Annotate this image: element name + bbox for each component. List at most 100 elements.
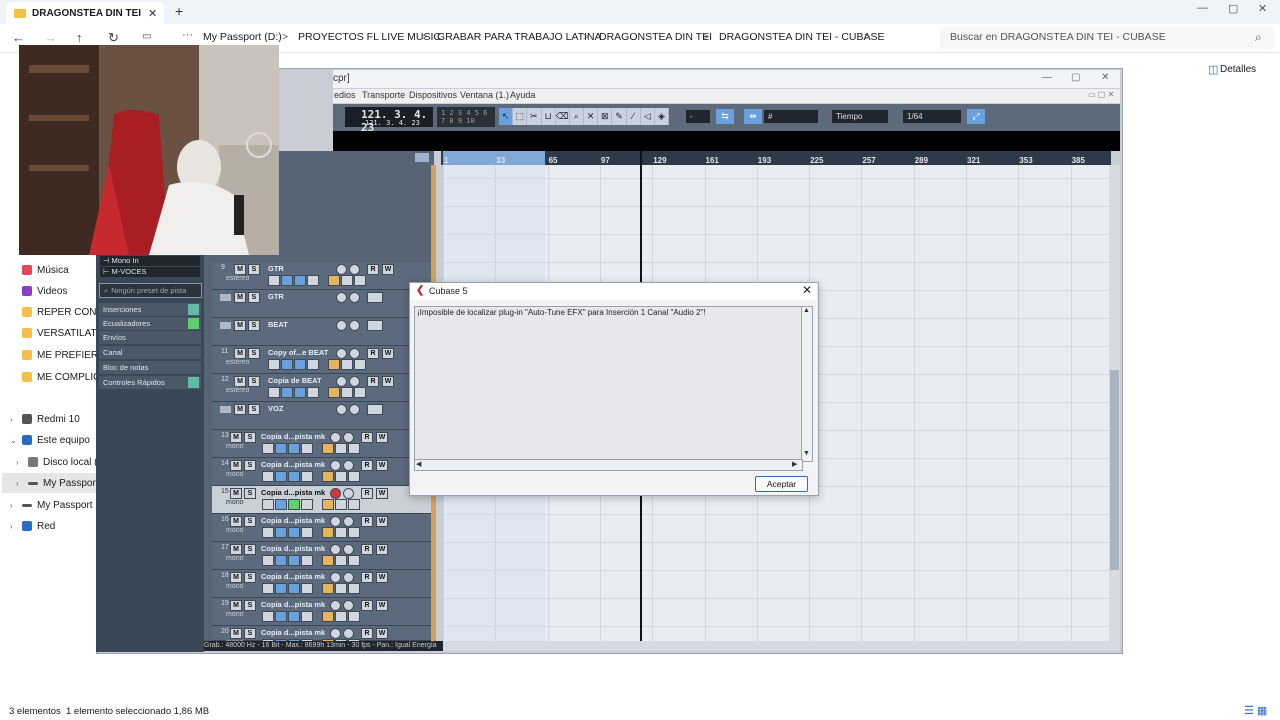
monitor-button[interactable] [349,292,360,303]
track-name[interactable]: Copia d...pista mk [261,432,325,441]
inspector-section-channel[interactable]: Canal [99,346,201,360]
insert-bypass-icon[interactable] [275,583,287,594]
track-row[interactable]: 15 M S Copia d...pista mk R Wmono [212,486,434,514]
solo-button[interactable]: S [244,516,256,527]
eq-bypass-icon[interactable] [288,527,300,538]
breadcrumb-item[interactable]: DRAGONSTEA DIN TEI - CUBASE [719,31,885,43]
lane-button-icon[interactable] [322,527,334,538]
read-automation-button[interactable]: R [367,376,379,387]
edit-button-icon[interactable] [268,387,280,398]
inspector-section-inserts[interactable]: Inserciones [99,303,201,317]
edit-button-icon[interactable] [262,555,274,566]
write-automation-button[interactable]: W [376,488,388,499]
erase-tool-icon[interactable]: ⌫ [556,108,570,125]
record-enable-button[interactable] [330,460,341,471]
dialog-message-box[interactable] [414,306,803,460]
tab-current-folder[interactable]: DRAGONSTEA DIN TEI - CUBASE ✕ [6,2,164,24]
breadcrumb-item[interactable]: DRAGONSTEA DIN TEI [599,31,712,43]
track-row[interactable]: 16 M S Copia d...pista mk R Wmono [212,514,434,542]
record-enable-button[interactable] [330,516,341,527]
scroll-left-icon[interactable]: ◀ [416,460,421,468]
eq-bypass-icon[interactable] [288,555,300,566]
track-name[interactable]: Copia d...pista mk [261,544,325,553]
search-input[interactable]: Buscar en DRAGONSTEA DIN TEI - CUBASE [950,31,1166,43]
sidebar-item-redmi[interactable]: › Redmi 10 [10,409,96,429]
channel-button-icon[interactable] [354,275,366,286]
record-enable-button[interactable] [336,404,347,415]
folder-button-icon[interactable] [341,359,353,370]
menu-item[interactable]: Transporte [362,90,405,100]
write-automation-button[interactable]: W [382,348,394,359]
folder-button-icon[interactable] [335,471,347,482]
lane-button-icon[interactable] [322,499,334,510]
track-name[interactable]: GTR [268,264,284,273]
insert-bypass-icon[interactable] [275,499,287,510]
record-enable-button[interactable] [330,600,341,611]
folder-track-icon[interactable] [220,294,231,301]
monitor-button[interactable] [349,404,360,415]
solo-button[interactable]: S [248,376,260,387]
folder-button-icon[interactable] [335,443,347,454]
tab-close-icon[interactable]: ✕ [148,7,157,20]
track-row[interactable]: 19 M S Copia d...pista mk R Wmono [212,598,434,626]
monitor-button[interactable] [343,432,354,443]
quantize-type-select[interactable]: Tiempo [832,110,888,123]
record-enable-button[interactable] [336,320,347,331]
menu-item[interactable]: Ventana (1.) [460,90,509,100]
channel-button-icon[interactable] [348,471,360,482]
track-name[interactable]: VOZ [268,404,283,413]
channel-button-icon[interactable] [348,527,360,538]
channel-button-icon[interactable] [354,359,366,370]
inserts-bypass-icon[interactable] [188,304,199,315]
record-enable-button[interactable] [330,628,341,639]
pointer-tool-icon[interactable]: ↖ [499,108,514,125]
edit-button-icon[interactable] [262,611,274,622]
mute-button[interactable]: M [234,292,246,303]
sidebar-item-red[interactable]: › Red [10,516,96,536]
track-row[interactable]: 17 M S Copia d...pista mk R Wmono [212,542,434,570]
monitor-button[interactable] [349,348,360,359]
edit-button-icon[interactable] [262,527,274,538]
folder-track-icon[interactable] [220,406,231,413]
solo-button[interactable]: S [248,320,260,331]
lane-button-icon[interactable] [322,443,334,454]
insert-bypass-icon[interactable] [275,471,287,482]
cubase-maximize-button[interactable]: ▢ [1071,72,1080,83]
folder-button-icon[interactable] [341,275,353,286]
lane-button-icon[interactable] [328,387,340,398]
record-enable-button[interactable] [336,348,347,359]
send-bypass-icon[interactable] [301,443,313,454]
read-automation-button[interactable]: R [361,460,373,471]
details-pane-icon[interactable]: ◫ [1208,63,1218,76]
folder-edit-icon[interactable] [367,292,383,303]
mdi-controls-icon[interactable]: ▭ ▢ ✕ [1088,90,1114,99]
scroll-down-icon[interactable]: ▼ [803,450,810,457]
mute-button[interactable]: M [234,264,246,275]
lane-button-icon[interactable] [322,555,334,566]
track-row[interactable]: 20MSCopia d...pista mkRWmono [212,626,434,650]
input-routing[interactable]: ⊣ Mono In [100,256,200,266]
quick-controls-icon[interactable] [188,377,199,388]
track-row[interactable]: M S GTR [212,290,434,318]
mute-tool-icon[interactable]: ✕ [584,108,599,125]
forward-button[interactable]: → [44,30,57,45]
eq-bypass-icon[interactable] [288,611,300,622]
dialog-horizontal-scrollbar[interactable]: ◀ ▶ [414,459,803,471]
menu-item[interactable]: Ayuda [510,90,535,100]
play-tool-icon[interactable]: ◁ [641,108,655,125]
ruler-settings-icon[interactable] [415,153,429,162]
new-tab-button[interactable]: + [175,3,183,19]
mute-button[interactable]: M [230,460,242,471]
mute-button[interactable]: M [234,348,246,359]
mute-button[interactable]: M [234,320,246,331]
insert-bypass-icon[interactable] [275,527,287,538]
monitor-button[interactable] [343,628,354,639]
track-row[interactable]: 12 M S Copia de BEAT R Westéreo [212,374,434,402]
eq-bypass-icon[interactable] [288,471,300,482]
read-automation-button[interactable]: R [361,516,373,527]
solo-button[interactable]: S [244,628,256,639]
line-tool-icon[interactable]: ∕ [627,108,641,125]
track-name[interactable]: Copia d...pista mk [261,460,325,469]
solo-button[interactable]: S [244,488,256,499]
read-automation-button[interactable]: R [361,628,373,639]
